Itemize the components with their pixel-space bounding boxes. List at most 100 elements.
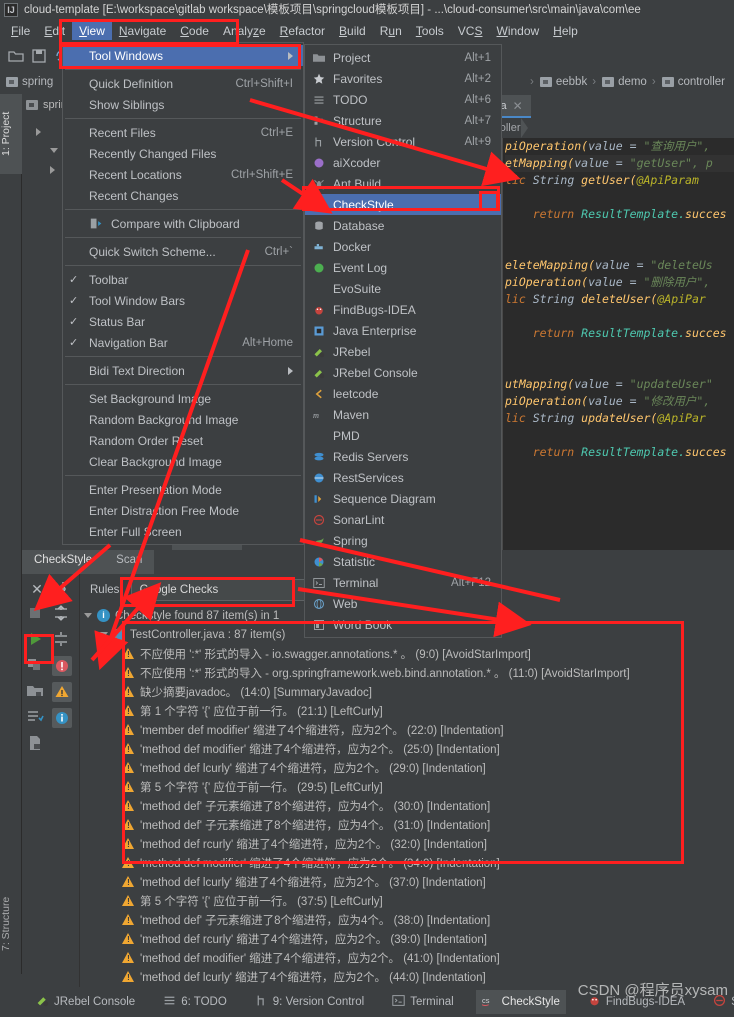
- tool-window-item-database[interactable]: Database: [305, 215, 501, 236]
- view-menu-item-bidi-text-direction[interactable]: Bidi Text Direction: [63, 360, 303, 381]
- chevron-down-icon[interactable]: [84, 613, 92, 618]
- checkstyle-violation-row[interactable]: 'method def modifier' 缩进了4个缩进符，应为2个。 (25…: [80, 739, 734, 758]
- code-editor[interactable]: va ✕ troller piOperation(value = "查询用户",…: [487, 94, 734, 550]
- checkstyle-side-toolbar[interactable]: ✕: [22, 574, 80, 987]
- view-menu-item-status-bar[interactable]: ✓Status Bar: [63, 311, 303, 332]
- tool-window-item-jrebel[interactable]: JRebel: [305, 341, 501, 362]
- view-menu-item-recently-changed-files[interactable]: Recently Changed Files: [63, 143, 303, 164]
- tool-window-item-findbugs-idea[interactable]: FindBugs-IDEA: [305, 299, 501, 320]
- checkstyle-violation-row[interactable]: 'method def' 子元素缩进了8个缩进符，应为4个。 (38:0) [I…: [80, 910, 734, 929]
- tool-window-item-spring[interactable]: Spring: [305, 530, 501, 551]
- close-icon[interactable]: ✕: [26, 578, 48, 600]
- checkstyle-violation-row[interactable]: 'member def modifier' 缩进了4个缩进符，应为2个。 (22…: [80, 720, 734, 739]
- chevron-down-icon[interactable]: [50, 148, 58, 153]
- tool-window-item-structure[interactable]: StructureAlt+7: [305, 110, 501, 131]
- tool-window-item-maven[interactable]: mMaven: [305, 404, 501, 425]
- tool-window-item-version-control[interactable]: Version ControlAlt+9: [305, 131, 501, 152]
- editor-tab-bar[interactable]: va ✕: [487, 94, 734, 118]
- view-menu-item-set-background-image[interactable]: Set Background Image: [63, 388, 303, 409]
- statusbar-todo[interactable]: 6: TODO: [157, 990, 233, 1014]
- tool-window-item-ant-build[interactable]: Ant Build: [305, 173, 501, 194]
- view-menu-item-recent-changes[interactable]: Recent Changes: [63, 185, 303, 206]
- checkstyle-violation-row[interactable]: 'method def lcurly' 缩进了4个缩进符，应为2个。 (37:0…: [80, 872, 734, 891]
- error-filter-icon[interactable]: [52, 656, 74, 678]
- editor-code-text[interactable]: piOperation(value = "查询用户",etMapping(val…: [503, 138, 734, 550]
- tool-window-item-aixcoder[interactable]: aiXcoder: [305, 152, 501, 173]
- statusbar-jrebel-console[interactable]: JRebel Console: [30, 990, 141, 1014]
- tool-window-item-todo[interactable]: TODOAlt+6: [305, 89, 501, 110]
- tool-window-item-checkstyle[interactable]: csCheckStyle: [305, 194, 501, 215]
- view-menu-item-show-siblings[interactable]: Show Siblings: [63, 94, 303, 115]
- checkstyle-violation-row[interactable]: 'method def lcurly' 缩进了4个缩进符，应为2个。 (29:0…: [80, 758, 734, 777]
- run-scan-icon[interactable]: [26, 630, 48, 652]
- menu-run[interactable]: Run: [373, 22, 409, 40]
- checkstyle-results-tree[interactable]: i Checkstyle found 87 item(s) in 1 TestC…: [80, 606, 734, 987]
- checkstyle-violation-row[interactable]: 不应使用 ':*' 形式的导入 - io.swagger.annotations…: [80, 644, 734, 663]
- sidebar-item-structure[interactable]: 7: Structure: [0, 874, 22, 974]
- breadcrumb-project[interactable]: spring: [6, 76, 53, 88]
- close-icon[interactable]: ✕: [513, 99, 523, 113]
- checkstyle-violation-row[interactable]: 'method def rcurly' 缩进了4个缩进符，应为2个。 (32:0…: [80, 834, 734, 853]
- stop-icon[interactable]: [26, 604, 48, 626]
- view-menu-item-clear-background-image[interactable]: Clear Background Image: [63, 451, 303, 472]
- settings-icon[interactable]: [52, 578, 74, 600]
- checkstyle-violation-row[interactable]: 'method def modifier' 缩进了4个缩进符，应为2个。 (41…: [80, 948, 734, 967]
- tool-window-item-web[interactable]: Web: [305, 593, 501, 614]
- menu-view[interactable]: View: [72, 22, 112, 40]
- tool-window-item-sequence-diagram[interactable]: Sequence Diagram: [305, 488, 501, 509]
- chevron-right-icon[interactable]: [36, 128, 41, 136]
- view-menu-item-tool-windows[interactable]: Tool Windows: [63, 45, 303, 66]
- tool-window-item-terminal[interactable]: TerminalAlt+F12: [305, 572, 501, 593]
- tool-window-item-project[interactable]: ProjectAlt+1: [305, 47, 501, 68]
- tool-window-item-leetcode[interactable]: leetcode: [305, 383, 501, 404]
- scan-file-icon[interactable]: [26, 734, 48, 756]
- view-menu-item-tool-window-bars[interactable]: ✓Tool Window Bars: [63, 290, 303, 311]
- menu-edit[interactable]: Edit: [37, 22, 72, 40]
- view-menu-item-recent-locations[interactable]: Recent LocationsCtrl+Shift+E: [63, 164, 303, 185]
- save-all-icon[interactable]: [31, 48, 47, 64]
- menu-vcs[interactable]: VCS: [451, 22, 490, 40]
- menu-file[interactable]: File: [4, 22, 37, 40]
- scan-folder-icon[interactable]: [26, 682, 48, 704]
- tool-window-item-restservices[interactable]: RestServices: [305, 467, 501, 488]
- tool-window-item-docker[interactable]: Docker: [305, 236, 501, 257]
- checkstyle-violation-row[interactable]: 第 5 个字符 '{' 应位于前一行。 (29:5) [LeftCurly]: [80, 777, 734, 796]
- left-tool-window-bar[interactable]: 1: Project 7: Structure: [0, 94, 22, 974]
- info-filter-icon[interactable]: [52, 708, 74, 730]
- view-menu-item-quick-definition[interactable]: Quick DefinitionCtrl+Shift+I: [63, 73, 303, 94]
- tool-window-item-statistic[interactable]: Statistic: [305, 551, 501, 572]
- checkstyle-violation-row[interactable]: 不应使用 ':*' 形式的导入 - org.springframework.we…: [80, 663, 734, 682]
- checkstyle-violation-row[interactable]: 'method def' 子元素缩进了8个缩进符，应为4个。 (30:0) [I…: [80, 796, 734, 815]
- tool-window-item-favorites[interactable]: FavoritesAlt+2: [305, 68, 501, 89]
- menu-refactor[interactable]: Refactor: [273, 22, 332, 40]
- view-menu-item-random-order-reset[interactable]: Random Order Reset: [63, 430, 303, 451]
- view-menu-item-navigation-bar[interactable]: ✓Navigation BarAlt+Home: [63, 332, 303, 353]
- tool-window-item-redis-servers[interactable]: Redis Servers: [305, 446, 501, 467]
- menu-build[interactable]: Build: [332, 22, 373, 40]
- statusbar-version-control[interactable]: 9: Version Control: [249, 990, 370, 1014]
- tool-window-item-evosuite[interactable]: EvoSuite: [305, 278, 501, 299]
- menu-code[interactable]: Code: [173, 22, 216, 40]
- view-menu-item-random-background-image[interactable]: Random Background Image: [63, 409, 303, 430]
- expand-all-icon[interactable]: [52, 604, 74, 626]
- tool-window-item-word-book[interactable]: Word Book: [305, 614, 501, 635]
- checkstyle-violation-row[interactable]: 第 1 个字符 '{' 应位于前一行。 (21:1) [LeftCurly]: [80, 701, 734, 720]
- menu-analyze[interactable]: Analyze: [216, 22, 273, 40]
- view-menu-item-toolbar[interactable]: ✓Toolbar: [63, 269, 303, 290]
- statusbar-checkstyle[interactable]: cs CheckStyle: [476, 990, 566, 1014]
- checkstyle-violation-row[interactable]: 'method def modifier' 缩进了4个缩进符，应为2个。 (34…: [80, 853, 734, 872]
- sidebar-item-project[interactable]: 1: Project: [0, 94, 22, 174]
- menu-bar[interactable]: File Edit View Navigate Code Analyze Ref…: [0, 20, 734, 42]
- checkstyle-violation-row[interactable]: 第 5 个字符 '{' 应位于前一行。 (37:5) [LeftCurly]: [80, 891, 734, 910]
- tool-window-item-jrebel-console[interactable]: JRebel Console: [305, 362, 501, 383]
- menu-help[interactable]: Help: [546, 22, 585, 40]
- statusbar-terminal[interactable]: Terminal: [386, 990, 459, 1014]
- view-menu-item-quick-switch-scheme[interactable]: Quick Switch Scheme...Ctrl+`: [63, 241, 303, 262]
- tool-windows-submenu-popup[interactable]: ProjectAlt+1FavoritesAlt+2TODOAlt+6Struc…: [304, 44, 502, 638]
- tab-scan[interactable]: Scan: [104, 550, 154, 574]
- open-folder-icon[interactable]: [8, 48, 24, 64]
- chevron-right-icon[interactable]: [50, 166, 55, 174]
- breadcrumb-demo[interactable]: › demo: [590, 76, 647, 88]
- scan-module-icon[interactable]: [26, 656, 48, 678]
- view-menu-item-enter-full-screen[interactable]: Enter Full Screen: [63, 521, 303, 542]
